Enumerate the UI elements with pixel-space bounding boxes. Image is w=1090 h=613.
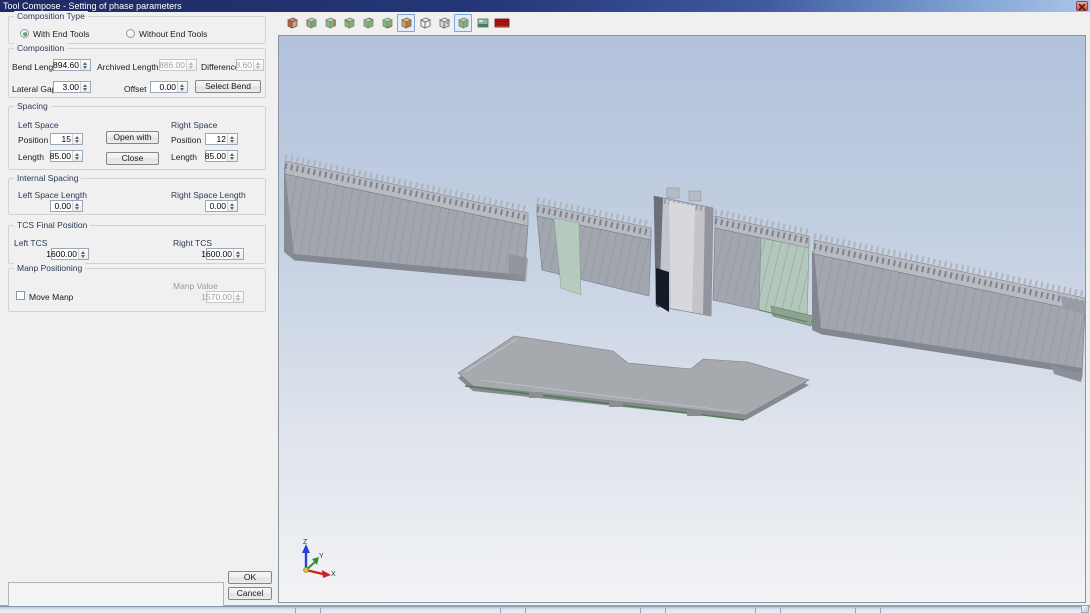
right-space-title: Right Space [171, 120, 217, 130]
internal-spacing-title: Internal Spacing [14, 173, 81, 183]
left-space-length-label: Left Space Length [18, 190, 87, 200]
composition-type-title: Composition Type [14, 11, 88, 21]
resize-grip[interactable] [1081, 605, 1089, 613]
tcs-final-position-title: TCS Final Position [14, 220, 90, 230]
tcs-final-position-group: TCS Final Position Left TCS 1600.00 Righ… [8, 225, 266, 264]
cube-green-solid-icon[interactable] [454, 14, 472, 32]
internal-spacing-group: Internal Spacing Left Space Length 0.00 … [8, 178, 266, 215]
offset-label: Offset [124, 84, 147, 94]
close-button[interactable] [1076, 1, 1088, 11]
left-space-title: Left Space [18, 120, 59, 130]
cube-green-4-icon[interactable] [359, 14, 377, 32]
right-length-spinner[interactable]: 85.00 [205, 150, 238, 162]
screen: Tool Compose - Setting of phase paramete… [0, 0, 1090, 613]
cube-green-1-icon[interactable] [302, 14, 320, 32]
tool-bar-mid-right[interactable] [713, 212, 813, 326]
cube-wireframe-shaded-icon[interactable] [435, 14, 453, 32]
difference-label: Difference [201, 62, 240, 72]
left-length-spinner[interactable]: 85.00 [50, 150, 83, 162]
archived-length-spinner: 886.00 [159, 59, 197, 71]
manp-positioning-group: Manp Positioning Move Manp Manp Value 15… [8, 268, 266, 312]
window-title: Tool Compose - Setting of phase paramete… [3, 1, 182, 11]
axis-x-label: X [331, 571, 336, 578]
left-tcs-spinner[interactable]: 1600.00 [51, 248, 89, 260]
lateral-gap-spinner[interactable]: 3.00 [53, 81, 91, 93]
block-red-hatched-icon[interactable] [493, 14, 511, 32]
with-end-tools-radio[interactable] [20, 29, 29, 38]
tool-bar-left[interactable] [284, 157, 528, 282]
offset-spinner[interactable]: 0.00 [150, 81, 188, 93]
open-with-button[interactable]: Open with [106, 131, 159, 144]
view-toolbar [278, 12, 1090, 35]
left-tcs-label: Left TCS [14, 238, 47, 248]
select-bend-button[interactable]: Select Bend [195, 80, 261, 93]
spacing-title: Spacing [14, 101, 51, 111]
manp-value-spinner: 1570.00 [206, 291, 244, 303]
plate-green-icon[interactable] [474, 14, 492, 32]
tooling-3d-scene: Z Y X [279, 36, 1085, 602]
move-manp-label: Move Manp [29, 292, 73, 302]
difference-spinner: 8.60 [236, 59, 264, 71]
cube-wireframe-icon[interactable] [416, 14, 434, 32]
without-end-tools-label: Without End Tools [139, 29, 207, 39]
axis-y-label: Y [319, 553, 324, 560]
composition-group: Composition Bend Length 894.60 Archived … [8, 48, 266, 98]
tool-bar-mid-left[interactable] [537, 200, 651, 296]
close-icon [1078, 3, 1086, 11]
tool-center-block[interactable] [654, 188, 713, 316]
3d-viewport[interactable]: Z Y X [278, 35, 1086, 603]
right-position-spinner[interactable]: 12 [205, 133, 238, 145]
close-tools-button[interactable]: Close [106, 152, 159, 165]
right-tcs-spinner[interactable]: 1600.00 [206, 248, 244, 260]
taskbar-edge [0, 606, 1090, 613]
move-manp-checkbox[interactable] [16, 291, 25, 300]
spacing-group: Spacing Left Space Position 15 Length 85… [8, 106, 266, 170]
left-space-length-spinner[interactable]: 0.00 [50, 200, 83, 212]
cube-green-2-icon[interactable] [321, 14, 339, 32]
lateral-gap-label: Lateral Gap [12, 84, 56, 94]
left-position-spinner[interactable]: 15 [50, 133, 83, 145]
cancel-button[interactable]: Cancel [228, 587, 272, 600]
without-end-tools-radio[interactable] [126, 29, 135, 38]
titlebar[interactable]: Tool Compose - Setting of phase paramete… [0, 0, 1090, 12]
cube-green-5-icon[interactable] [378, 14, 396, 32]
ok-button[interactable]: OK [228, 571, 272, 584]
axis-triad: Z Y X [302, 539, 336, 578]
manp-value-label: Manp Value [173, 281, 218, 291]
right-tcs-label: Right TCS [173, 238, 212, 248]
tool-bar-right[interactable] [812, 236, 1085, 382]
with-end-tools-label: With End Tools [33, 29, 90, 39]
right-space-length-spinner[interactable]: 0.00 [205, 200, 238, 212]
right-length-label: Length [171, 152, 197, 162]
tool-compose-dialog: Tool Compose - Setting of phase paramete… [0, 0, 1090, 606]
right-position-label: Position [171, 135, 201, 145]
archived-length-label: Archived Length [97, 62, 158, 72]
bend-length-spinner[interactable]: 894.60 [53, 59, 91, 71]
left-position-label: Position [18, 135, 48, 145]
sheet-plate[interactable] [458, 336, 809, 420]
right-space-length-label: Right Space Length [171, 190, 246, 200]
manp-positioning-title: Manp Positioning [14, 263, 85, 273]
composition-type-group: Composition Type With End Tools Without … [8, 16, 266, 44]
parameters-panel: Composition Type With End Tools Without … [0, 12, 278, 604]
cube-green-3-icon[interactable] [340, 14, 358, 32]
left-length-label: Length [18, 152, 44, 162]
axis-z-label: Z [303, 539, 308, 546]
cube-tan-icon[interactable] [397, 14, 415, 32]
composition-title: Composition [14, 43, 67, 53]
cube-red-icon[interactable] [283, 14, 301, 32]
